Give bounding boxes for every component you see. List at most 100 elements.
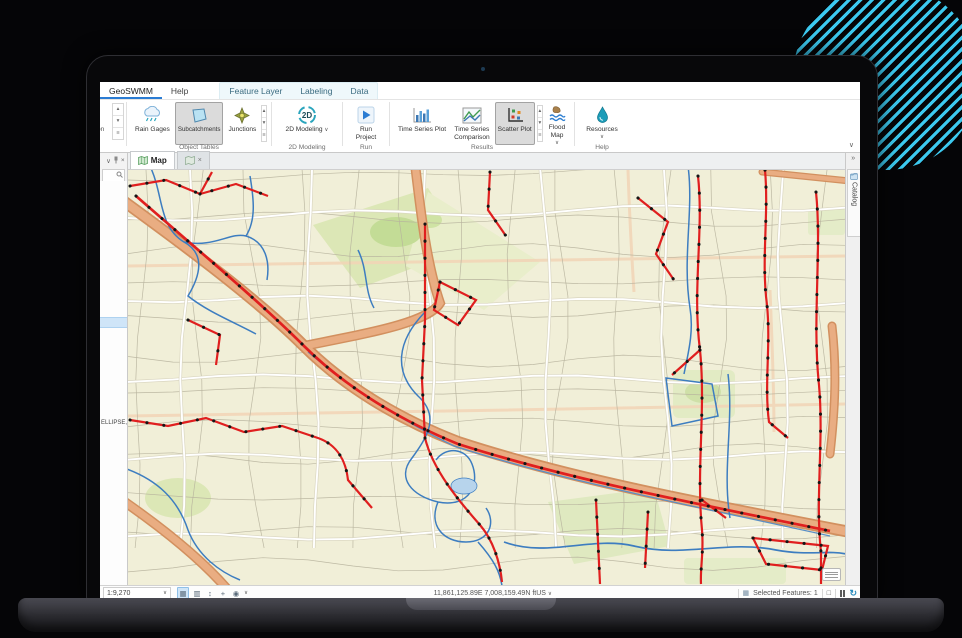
app-window: GeoSWMM Help Feature Layer Labeling Data… — [100, 82, 860, 600]
gallery-up-icon[interactable]: ▴ — [538, 106, 542, 118]
group-results: Time Series Plot Time Series Comparison … — [391, 100, 573, 152]
map-scale-value: 1:9,270 — [107, 590, 130, 597]
pane-close-icon[interactable]: × — [121, 157, 125, 164]
tab-geoswmm[interactable]: GeoSWMM — [100, 83, 162, 99]
scatter-plot-button[interactable]: Scatter Plot — [495, 102, 535, 145]
selected-features-label[interactable]: Selected Features: 1 — [753, 590, 818, 597]
coordinates-value: 11,861,125.89E 7,008,159.49N ftUS — [434, 590, 546, 597]
line-chart-icon — [462, 105, 482, 125]
separator — [835, 589, 836, 598]
group-run: Run Project Run — [344, 100, 388, 152]
view-tab-bar: Map × — [128, 153, 845, 170]
laptop-base — [18, 598, 944, 632]
junctions-label: Junctions — [228, 126, 256, 134]
snapping-icon[interactable]: ↕ — [205, 588, 215, 598]
junction-icon — [233, 105, 251, 125]
resources-label: Resources — [586, 126, 618, 134]
selection-box-icon[interactable]: □ — [827, 590, 831, 597]
flood-map-label: Flood Map — [549, 124, 566, 139]
workspace: ∨ × ELLIPSE,... — [100, 153, 860, 585]
chevron-down-icon: ∨ — [548, 591, 552, 597]
gallery-more-icon[interactable]: ≡ — [538, 130, 542, 141]
tab-feature-layer[interactable]: Feature Layer — [220, 83, 291, 99]
gallery-scroll-right: ▴ ▾ ≡ — [261, 105, 266, 142]
refresh-icon[interactable]: ↻ — [849, 588, 857, 599]
map-attribution-icon[interactable] — [822, 568, 841, 581]
gallery-down-icon[interactable]: ▾ — [113, 116, 123, 128]
map-view-area: Map × — [128, 153, 845, 585]
gallery-more-icon[interactable]: ≡ — [113, 128, 123, 139]
search-icon — [116, 171, 123, 180]
group-help: Resources∨ Help — [576, 100, 628, 152]
gallery-up-icon[interactable]: ▴ — [113, 104, 123, 116]
gallery-down-icon[interactable]: ▾ — [262, 118, 265, 130]
time-series-plot-button[interactable]: Time Series Plot — [395, 102, 449, 145]
bar-chart-icon — [412, 105, 432, 125]
ribbon: on ▴ ▾ ≡ Rain Gages Su — [100, 100, 860, 153]
pane-header: ∨ × — [100, 153, 127, 168]
map-canvas[interactable] — [128, 170, 845, 585]
water-drop-icon — [595, 105, 610, 125]
selection-table-icon[interactable]: ▦ — [743, 589, 750, 597]
gallery-scroll-results: ▴ ▾ ≡ — [537, 105, 543, 142]
layout-grid-icon[interactable]: ▥ — [192, 588, 202, 598]
gallery-up-icon[interactable]: ▴ — [262, 106, 265, 118]
subcatchments-label: Subcatchments — [178, 126, 221, 133]
plus-icon[interactable]: + — [218, 588, 228, 598]
run-project-label: Run Project — [351, 126, 381, 141]
coordinates-readout[interactable]: 11,861,125.89E 7,008,159.49N ftUS ∨ — [248, 590, 737, 597]
2d-modeling-button[interactable]: 2D 2D Modeling ∨ — [278, 102, 336, 145]
ribbon-collapse-icon[interactable]: ∨ — [849, 141, 854, 149]
resources-button[interactable]: Resources∨ — [580, 102, 624, 145]
catalog-pane-tab[interactable]: Catalog — [847, 169, 860, 237]
run-project-button[interactable]: Run Project — [348, 102, 384, 145]
pane-content: ELLIPSE,... — [100, 181, 128, 585]
clipped-button-label: on — [100, 126, 104, 133]
subcatchments-button[interactable]: Subcatchments — [175, 102, 224, 145]
expand-pane-icon[interactable]: » — [846, 155, 860, 162]
tab-labeling[interactable]: Labeling — [291, 83, 341, 99]
flood-map-icon — [548, 105, 566, 123]
flood-map-button[interactable]: Flood Map ∨ — [545, 102, 569, 145]
time-series-comparison-label: Time Series Comparison — [454, 126, 490, 141]
pause-drawing-icon[interactable] — [840, 590, 846, 597]
group-separator — [126, 102, 127, 146]
time-series-plot-label: Time Series Plot — [398, 126, 446, 134]
selected-layer-row[interactable] — [100, 317, 128, 328]
rain-gage-icon — [141, 105, 163, 125]
time-series-comparison-button[interactable]: Time Series Comparison — [451, 102, 493, 145]
close-tab-icon[interactable]: × — [198, 157, 202, 164]
pond — [451, 478, 477, 494]
gallery-down-icon[interactable]: ▾ — [538, 118, 542, 130]
pin-icon[interactable] — [113, 156, 119, 166]
laptop-base-notch — [406, 598, 556, 610]
map-icon — [138, 156, 148, 165]
ribbon-tab-bar: GeoSWMM Help Feature Layer Labeling Data — [100, 82, 860, 100]
scene: GeoSWMM Help Feature Layer Labeling Data… — [0, 0, 962, 638]
tab-data[interactable]: Data — [341, 83, 377, 99]
separator — [738, 589, 739, 598]
group-label-run: Run — [344, 144, 388, 151]
layer-item-label: ELLIPSE,... — [101, 420, 128, 426]
pane-collapse-icon[interactable]: ∨ — [106, 157, 111, 165]
catalog-tab-label: Catalog — [851, 182, 858, 206]
tab-map-view[interactable]: Map — [130, 151, 175, 169]
tab-secondary-view[interactable]: × — [177, 151, 210, 169]
group-separator — [342, 102, 343, 146]
chevron-down-icon: ∨ — [163, 590, 167, 596]
rain-gages-button[interactable]: Rain Gages — [132, 102, 173, 145]
2d-modeling-label: 2D Modeling — [286, 126, 323, 133]
gallery-more-icon[interactable]: ≡ — [262, 130, 265, 141]
speaker-icon[interactable]: ◉ — [231, 588, 241, 598]
group-2d-modeling: 2D 2D Modeling ∨ 2D Modeling — [273, 100, 341, 152]
junctions-button[interactable]: Junctions — [225, 102, 259, 145]
run-play-icon — [357, 105, 375, 125]
group-separator — [389, 102, 390, 146]
search-input[interactable] — [104, 172, 115, 180]
group-label-help: Help — [576, 144, 628, 151]
chevron-down-icon: ∨ — [600, 134, 604, 140]
tab-help[interactable]: Help — [162, 83, 197, 99]
webcam-dot — [481, 67, 485, 71]
scatter-plot-icon — [506, 105, 524, 125]
2d-modeling-icon: 2D — [297, 105, 317, 125]
